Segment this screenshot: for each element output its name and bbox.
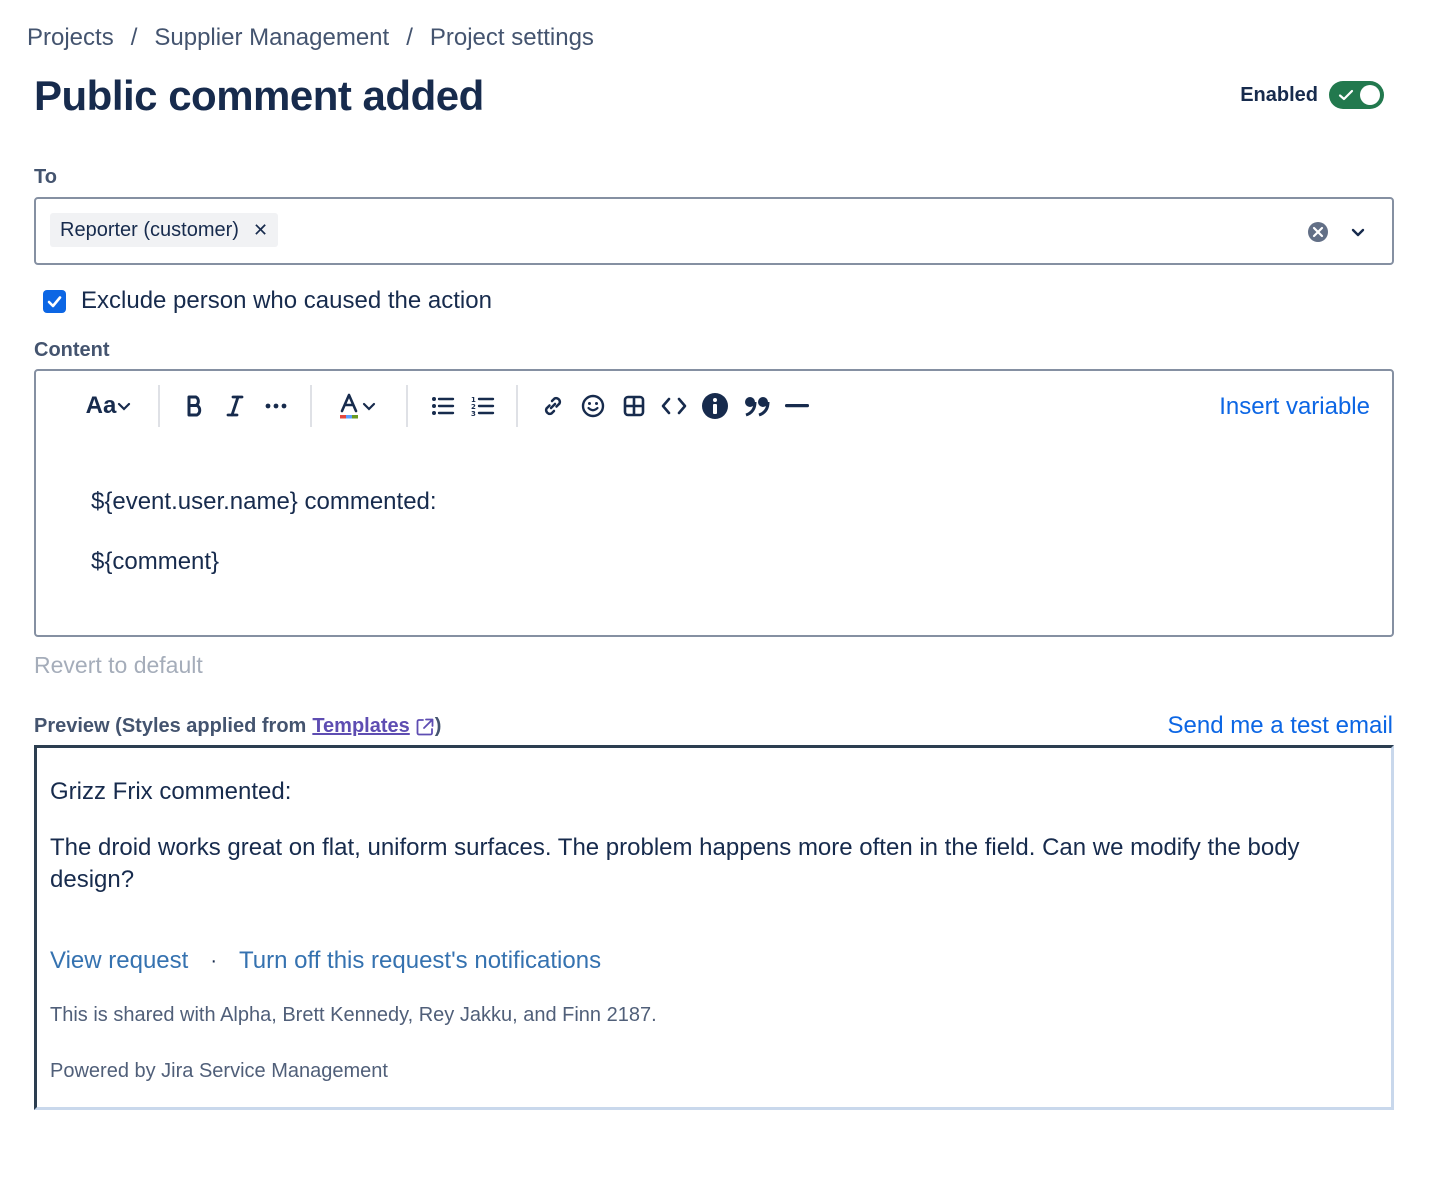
email-preview: Grizz Frix commented: The droid works gr… (34, 745, 1394, 1110)
editor-line: ${event.user.name} commented: (91, 488, 437, 515)
exclude-row: Exclude person who caused the action (43, 287, 492, 315)
preview-label-prefix: Preview (Styles applied from (34, 715, 307, 737)
text-style-label: Aa (85, 392, 117, 419)
breadcrumb: Projects / Supplier Management / Project… (27, 24, 594, 52)
revert-to-default-button[interactable]: Revert to default (34, 652, 203, 679)
enabled-label: Enabled (1240, 83, 1318, 106)
toolbar-divider (158, 385, 160, 427)
numbered-list-button[interactable]: 1 2 3 (470, 391, 496, 421)
preview-label-suffix: ) (434, 715, 442, 737)
italic-button[interactable] (222, 391, 248, 421)
check-icon (1338, 89, 1354, 101)
content-label: Content (34, 339, 110, 361)
bullet-list-icon (432, 397, 455, 415)
breadcrumb-separator: / (130, 24, 138, 51)
code-icon (661, 397, 687, 415)
recipient-tag-label: Reporter (customer) (60, 218, 239, 241)
clear-icon[interactable] (1306, 220, 1330, 244)
page-title: Public comment added (34, 72, 484, 119)
view-request-link[interactable]: View request (50, 947, 188, 975)
chevron-down-icon (362, 402, 376, 411)
info-icon (702, 393, 728, 419)
text-style-button[interactable]: Aa (80, 391, 138, 421)
to-label: To (34, 166, 57, 188)
text-color-button[interactable] (332, 391, 382, 421)
emoji-icon (581, 394, 605, 418)
toolbar-divider (516, 385, 518, 427)
send-test-email-button[interactable]: Send me a test email (1168, 712, 1393, 740)
breadcrumb-projects[interactable]: Projects (27, 24, 114, 52)
content-editor: Aa 1 2 3 Insert variable ${event.user.na… (34, 369, 1394, 637)
link-button[interactable] (539, 391, 567, 421)
preview-greeting: Grizz Frix commented: (50, 778, 292, 805)
bullet-list-button[interactable] (430, 391, 456, 421)
enabled-control: Enabled (1240, 81, 1384, 109)
check-icon (47, 295, 62, 307)
recipient-tag: Reporter (customer) ✕ (50, 213, 279, 247)
code-button[interactable] (660, 391, 688, 421)
chevron-down-icon[interactable] (1346, 220, 1370, 244)
preview-label: Preview (Styles applied from Templates ) (34, 715, 441, 738)
exclude-label[interactable]: Exclude person who caused the action (81, 287, 492, 315)
remove-tag-icon[interactable]: ✕ (253, 220, 268, 241)
templates-link[interactable]: Templates (312, 715, 409, 738)
info-panel-button[interactable] (701, 391, 729, 421)
quote-button[interactable] (742, 391, 772, 421)
exclude-checkbox[interactable] (43, 289, 66, 313)
toolbar-divider (406, 385, 408, 427)
more-formatting-button[interactable] (262, 391, 290, 421)
chevron-down-icon (118, 402, 131, 411)
quote-icon (745, 397, 770, 417)
breadcrumb-project-settings[interactable]: Project settings (430, 24, 594, 52)
toolbar-divider (310, 385, 312, 427)
to-select[interactable]: Reporter (customer) ✕ (34, 197, 1394, 265)
external-link-icon[interactable] (415, 717, 435, 737)
horizontal-rule-icon (785, 404, 809, 408)
preview-links: View request · Turn off this request's n… (50, 947, 601, 975)
editor-toolbar: Aa 1 2 3 Insert variable (36, 371, 1392, 441)
toggle-knob (1360, 85, 1380, 105)
editor-content[interactable]: ${event.user.name} commented: ${comment} (91, 485, 437, 605)
insert-variable-button[interactable]: Insert variable (1219, 393, 1370, 421)
numbered-list-icon: 1 2 3 (471, 396, 495, 417)
more-icon (265, 403, 287, 409)
preview-powered-by: Powered by Jira Service Management (50, 1060, 388, 1082)
enabled-toggle[interactable] (1329, 81, 1384, 109)
italic-icon (226, 395, 244, 417)
divider-button[interactable] (784, 391, 810, 421)
preview-body: The droid works great on flat, uniform s… (50, 834, 1300, 893)
turn-off-notifications-link[interactable]: Turn off this request's notifications (239, 947, 601, 975)
link-separator: · (210, 949, 217, 972)
breadcrumb-supplier-management[interactable]: Supplier Management (154, 24, 389, 52)
preview-shared-text: This is shared with Alpha, Brett Kennedy… (50, 1004, 657, 1026)
text-color-icon (340, 393, 358, 419)
bold-button[interactable] (182, 391, 208, 421)
emoji-button[interactable] (579, 391, 607, 421)
svg-text:3: 3 (471, 410, 476, 417)
table-icon (623, 395, 645, 417)
bold-icon (187, 395, 202, 417)
breadcrumb-separator: / (406, 24, 413, 51)
editor-line: ${comment} (91, 548, 220, 575)
link-icon (544, 396, 562, 416)
table-button[interactable] (621, 391, 647, 421)
